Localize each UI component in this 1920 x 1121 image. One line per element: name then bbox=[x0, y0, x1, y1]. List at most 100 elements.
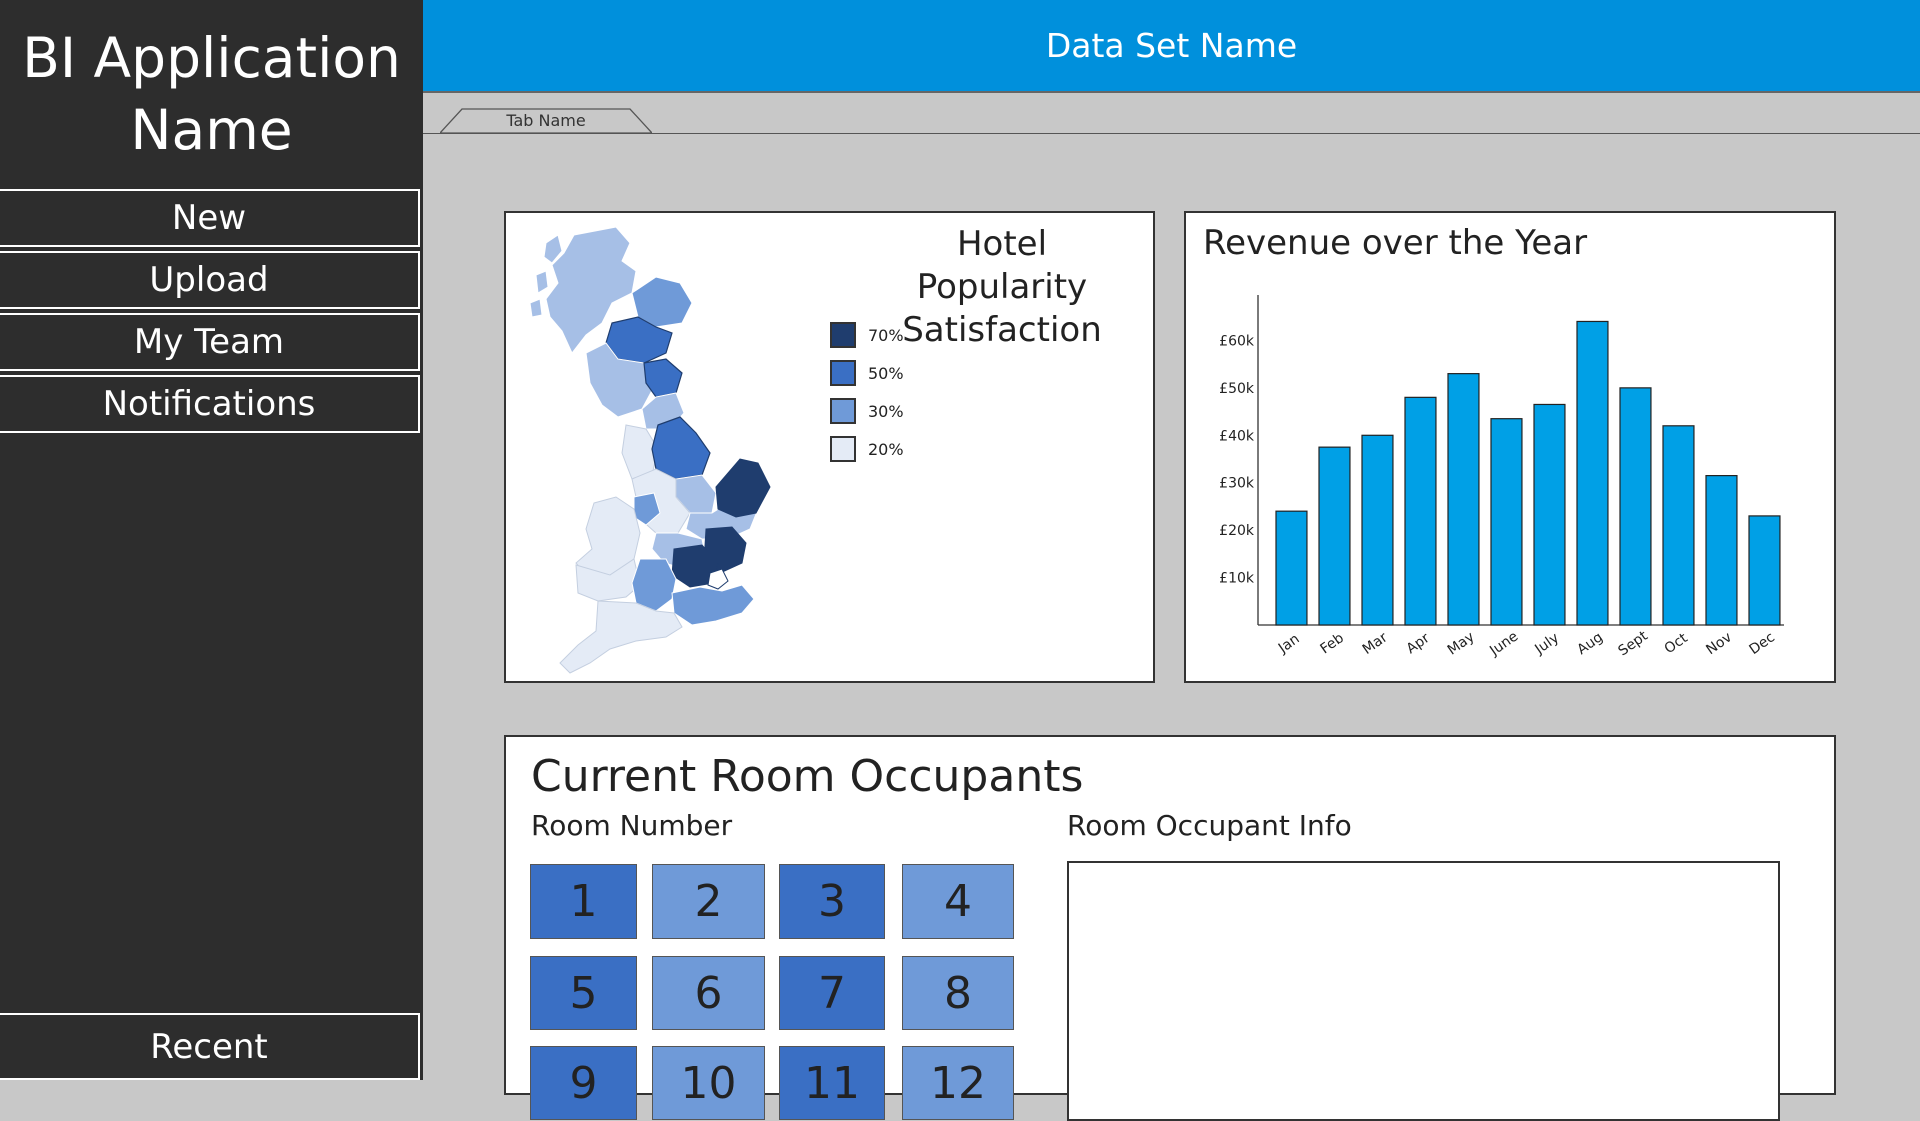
legend-swatch bbox=[830, 436, 856, 462]
map-title-line1: Hotel Popularity bbox=[916, 224, 1088, 307]
room-button-2[interactable]: 2 bbox=[652, 864, 765, 939]
x-tick-label: Feb bbox=[1317, 630, 1347, 657]
sidebar-item-upload[interactable]: Upload bbox=[0, 251, 420, 309]
app-title-line2: Name bbox=[130, 98, 293, 162]
x-tick-label: Apr bbox=[1404, 630, 1433, 657]
revenue-chart: £10k £20k £30k £40k £50k £60k Jan Feb Mar Apr May J… bbox=[1219, 295, 1784, 660]
map-region-southwest-a bbox=[631, 558, 677, 612]
revenue-bar bbox=[1361, 434, 1394, 626]
room-occupants-panel: Current Room Occupants Room Number Room … bbox=[504, 735, 1836, 1121]
hotel-popularity-panel: Hotel Popularity Satisfaction 70% 50% 30… bbox=[504, 211, 1155, 683]
app-title-line1: BI Application bbox=[22, 26, 401, 90]
x-tick-label: Aug bbox=[1574, 629, 1606, 658]
tab-label: Tab Name bbox=[506, 111, 586, 130]
y-tick-label: £10k bbox=[1219, 571, 1255, 587]
map-region-southwest bbox=[559, 600, 683, 674]
x-tick-label: Nov bbox=[1703, 629, 1735, 658]
legend-label: 70% bbox=[868, 325, 904, 345]
x-tick-label: Dec bbox=[1747, 629, 1778, 658]
room-button-6[interactable]: 6 bbox=[652, 956, 765, 1030]
room-number: 7 bbox=[818, 967, 846, 1019]
legend-item-70: 70% bbox=[830, 316, 904, 354]
room-button-4[interactable]: 4 bbox=[902, 864, 1014, 939]
room-number: 3 bbox=[818, 876, 846, 927]
room-button-5[interactable]: 5 bbox=[530, 956, 637, 1030]
legend-label: 20% bbox=[868, 439, 904, 459]
room-button-7[interactable]: 7 bbox=[779, 956, 885, 1030]
sidebar-item-notifications[interactable]: Notifications bbox=[0, 375, 420, 433]
revenue-bar bbox=[1748, 515, 1781, 626]
room-number: 11 bbox=[804, 1057, 860, 1109]
map-legend: 70% 50% 30% 20% bbox=[830, 316, 904, 468]
revenue-bar bbox=[1447, 373, 1480, 626]
uk-map bbox=[529, 226, 771, 674]
room-number: 8 bbox=[944, 967, 972, 1019]
revenue-bar bbox=[1275, 510, 1308, 626]
room-number: 2 bbox=[694, 876, 723, 927]
y-tick-label: £40k bbox=[1219, 428, 1255, 444]
x-tick-label: May bbox=[1445, 629, 1478, 659]
y-tick-label: £50k bbox=[1219, 381, 1255, 397]
room-button-8[interactable]: 8 bbox=[902, 956, 1014, 1030]
map-region-yorkshire bbox=[651, 416, 711, 480]
legend-item-50: 50% bbox=[830, 354, 904, 392]
x-tick-label: June bbox=[1486, 628, 1521, 659]
legend-swatch bbox=[830, 322, 856, 348]
legend-label: 50% bbox=[868, 363, 904, 383]
app-title: BI Application Name bbox=[0, 22, 423, 166]
revenue-bar bbox=[1662, 425, 1695, 626]
room-button-10[interactable]: 10 bbox=[652, 1046, 765, 1120]
tab-main[interactable]: Tab Name bbox=[440, 108, 652, 134]
room-number: 6 bbox=[694, 967, 723, 1019]
sidebar-item-label: Recent bbox=[150, 1026, 268, 1067]
occupant-info-box bbox=[1067, 861, 1780, 1121]
y-tick-label: £30k bbox=[1219, 476, 1255, 492]
dataset-name: Data Set Name bbox=[1045, 26, 1298, 65]
room-button-9[interactable]: 9 bbox=[530, 1046, 637, 1120]
legend-swatch bbox=[830, 398, 856, 424]
revenue-bar bbox=[1318, 446, 1351, 626]
sidebar-item-label: Notifications bbox=[102, 384, 316, 424]
legend-swatch bbox=[830, 360, 856, 386]
revenue-panel: Revenue over the Year £10k £20k £30k £40k £5… bbox=[1184, 211, 1836, 683]
legend-item-20: 20% bbox=[830, 430, 904, 468]
map-title: Hotel Popularity Satisfaction bbox=[867, 223, 1137, 352]
room-button-11[interactable]: 11 bbox=[779, 1046, 885, 1120]
sidebar-item-label: My Team bbox=[133, 322, 285, 362]
y-tick-label: £20k bbox=[1219, 523, 1255, 539]
revenue-bar bbox=[1576, 320, 1609, 626]
legend-item-30: 30% bbox=[830, 392, 904, 430]
x-tick-label: Mar bbox=[1360, 629, 1391, 657]
map-region-south bbox=[671, 584, 755, 626]
revenue-bar bbox=[1404, 396, 1437, 626]
room-number: 9 bbox=[569, 1057, 598, 1109]
x-tick-label: Sept bbox=[1616, 628, 1652, 660]
occupant-info-label: Room Occupant Info bbox=[1067, 809, 1352, 842]
room-button-12[interactable]: 12 bbox=[902, 1046, 1014, 1120]
y-tick-label: £60k bbox=[1219, 333, 1255, 349]
dataset-header: Data Set Name bbox=[423, 0, 1920, 93]
room-number: 12 bbox=[930, 1057, 986, 1109]
room-number: 10 bbox=[680, 1057, 737, 1109]
sidebar-item-new[interactable]: New bbox=[0, 189, 420, 247]
room-button-1[interactable]: 1 bbox=[530, 864, 637, 939]
x-tick-label: Jan bbox=[1275, 631, 1303, 657]
room-number: 5 bbox=[569, 967, 598, 1019]
revenue-bar bbox=[1490, 418, 1523, 626]
sidebar-item-label: Upload bbox=[149, 260, 269, 300]
legend-label: 30% bbox=[868, 401, 904, 421]
room-number-label: Room Number bbox=[531, 809, 733, 842]
x-tick-label: July bbox=[1531, 630, 1562, 658]
sidebar-item-label: New bbox=[171, 198, 247, 238]
revenue-bar bbox=[1705, 475, 1738, 626]
room-number: 1 bbox=[569, 876, 598, 927]
room-button-3[interactable]: 3 bbox=[779, 864, 885, 939]
revenue-bar bbox=[1619, 387, 1652, 626]
occupants-title: Current Room Occupants bbox=[531, 751, 1084, 802]
map-title-line2: Satisfaction bbox=[902, 310, 1102, 350]
sidebar: BI Application Name New Upload My Team N… bbox=[0, 0, 423, 1080]
x-tick-label: Oct bbox=[1662, 630, 1691, 657]
sidebar-item-recent[interactable]: Recent bbox=[0, 1013, 420, 1080]
sidebar-item-my-team[interactable]: My Team bbox=[0, 313, 420, 371]
revenue-bar bbox=[1533, 403, 1566, 626]
